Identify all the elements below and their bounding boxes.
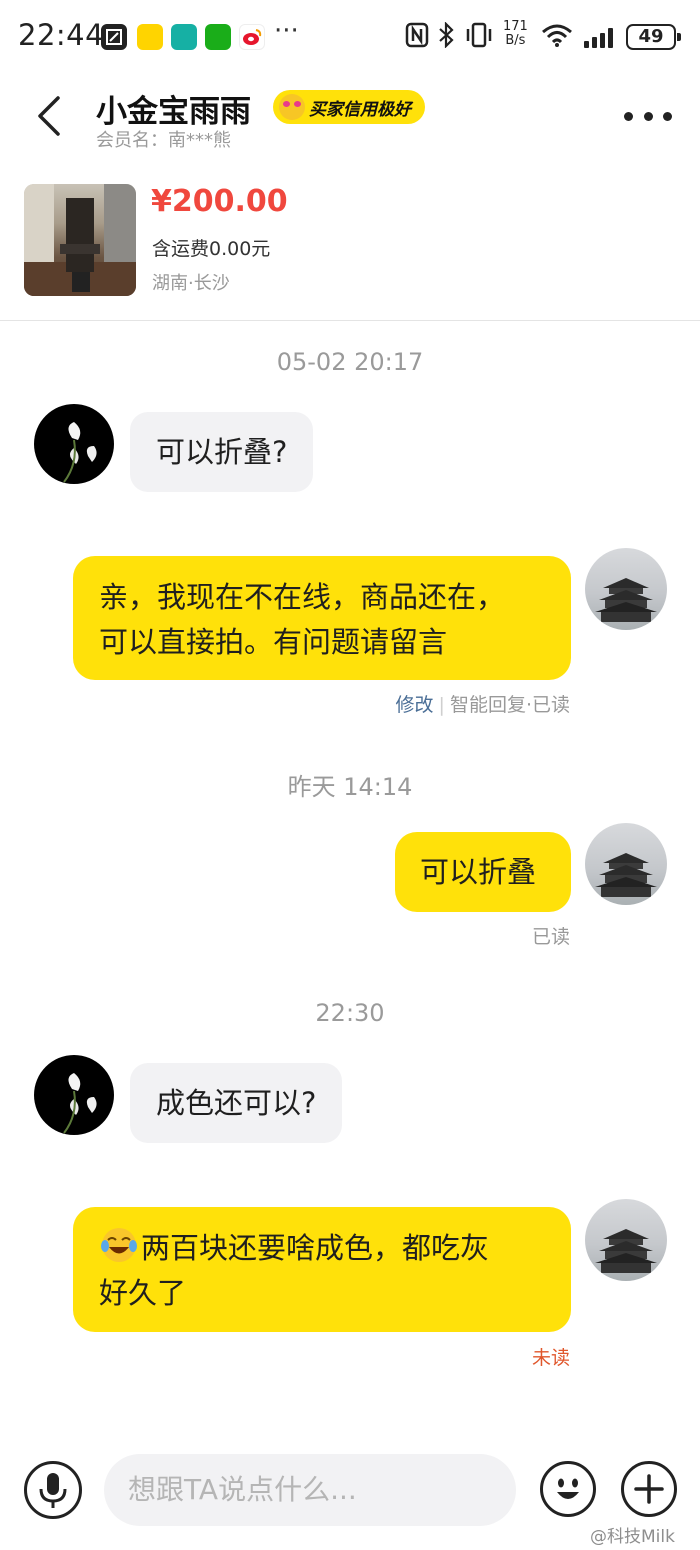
more-options-button[interactable]	[624, 104, 672, 128]
cellular-signal-icon	[584, 26, 618, 48]
network-speed-unit: B/s	[505, 33, 526, 48]
battery-icon: 49	[626, 24, 681, 50]
chat-timestamp: 昨天 14:14	[287, 773, 413, 801]
credit-badge-label: 买家信用极好	[309, 99, 411, 120]
message-bubble-outgoing[interactable]: 亲，我现在不在线，商品还在， 可以直接拍。有问题请留言	[73, 556, 571, 680]
heart-eyes-icon	[279, 94, 305, 120]
network-speed: 171 B/s	[503, 20, 528, 48]
member-name: 会员名：南***熊	[96, 130, 231, 151]
chevron-left-icon	[38, 96, 60, 136]
weibo-app-icon	[239, 24, 265, 50]
message-meta: 修改 | 智能回复·已读	[330, 690, 570, 717]
product-price: ¥200.00	[151, 184, 288, 219]
more-actions-button[interactable]	[621, 1461, 677, 1517]
product-location: 湖南·长沙	[152, 273, 230, 294]
message-line: 亲，我现在不在线，商品还在，	[99, 580, 506, 614]
product-thumbnail[interactable]	[24, 184, 136, 296]
read-status: 已读	[531, 926, 570, 948]
plus-icon	[634, 1474, 664, 1504]
message-line: 两百块还要啥成色，都吃灰	[99, 1226, 545, 1271]
message-input[interactable]: 想跟TA说点什么...	[104, 1454, 516, 1526]
more-dot-icon	[663, 111, 672, 121]
wechat-app-icon	[205, 24, 231, 50]
read-status: 未读	[470, 1343, 570, 1370]
read-status: 智能回复·已读	[449, 694, 570, 716]
more-notifications-icon: ···	[274, 16, 299, 46]
message-line: 可以直接拍。有问题请留言	[99, 625, 448, 659]
seller-avatar[interactable]	[585, 1199, 667, 1281]
voice-input-button[interactable]	[24, 1461, 82, 1519]
buyer-avatar[interactable]	[34, 404, 114, 484]
contact-nickname[interactable]: 小金宝雨雨	[96, 86, 251, 131]
product-shipping: 含运费0.00元	[152, 238, 271, 260]
unread-status: 未读	[531, 1347, 570, 1369]
meta-separator: |	[438, 694, 445, 716]
message-line: 好久了	[99, 1276, 187, 1310]
network-speed-value: 171	[503, 19, 528, 34]
more-dot-icon	[624, 111, 633, 121]
message-line-text: 两百块还要啥成色，都吃灰	[141, 1231, 490, 1265]
crying-laughing-icon	[101, 1228, 137, 1262]
watermark: @科技Milk	[590, 1527, 675, 1547]
vibrate-icon	[465, 22, 493, 54]
message-bubble-incoming[interactable]: 成色还可以?	[130, 1063, 343, 1143]
message-bubble-outgoing[interactable]: 两百块还要啥成色，都吃灰 好久了	[73, 1207, 571, 1332]
more-dot-icon	[643, 111, 653, 121]
smiley-icon	[557, 1478, 579, 1499]
mi-home-app-icon	[171, 24, 197, 50]
credit-badge: 买家信用极好	[273, 90, 425, 124]
back-button[interactable]	[30, 94, 70, 138]
nfc-icon	[405, 22, 429, 54]
message-bubble-outgoing[interactable]: 可以折叠	[395, 832, 571, 912]
header-divider	[0, 320, 700, 321]
xianyu-app-icon	[137, 24, 163, 50]
status-time: 22:44	[18, 18, 105, 52]
seller-avatar[interactable]	[585, 548, 667, 630]
status-bar: 22:44 ··· 171 B/s 49	[0, 0, 700, 74]
edit-auto-reply-link[interactable]: 修改	[396, 694, 434, 716]
emoji-button[interactable]	[540, 1461, 596, 1517]
notification-app-icon	[101, 24, 127, 50]
chat-timestamp: 22:30	[315, 999, 385, 1027]
bluetooth-icon	[437, 21, 455, 54]
seller-avatar[interactable]	[585, 823, 667, 905]
chat-timestamp: 05-02 20:17	[276, 348, 424, 376]
message-bubble-incoming[interactable]: 可以折叠?	[130, 412, 314, 492]
wifi-icon	[540, 22, 574, 54]
buyer-avatar[interactable]	[34, 1055, 114, 1135]
microphone-icon	[39, 1473, 67, 1508]
